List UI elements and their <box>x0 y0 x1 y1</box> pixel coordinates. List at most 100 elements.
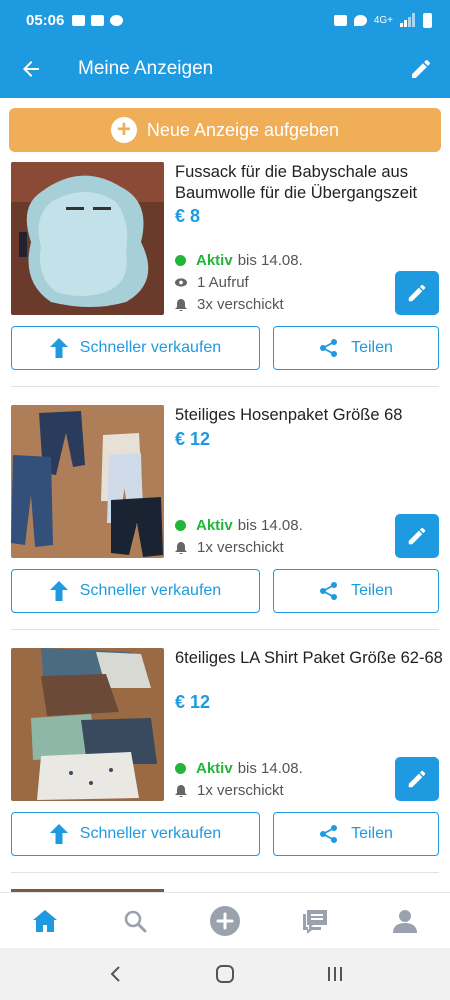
network-label: 4G+ <box>373 14 393 26</box>
arrow-up-icon <box>49 581 68 601</box>
listing-sent: 1x verschickt <box>175 782 284 799</box>
home-icon <box>33 909 57 932</box>
edit-listing-button[interactable] <box>395 271 439 315</box>
listing-card: 5teiliges Hosenpaket Größe 68 € 12 Aktiv… <box>0 403 450 646</box>
listing-status: Aktiv bis 14.08. <box>175 517 303 534</box>
status-label: Aktiv <box>196 517 233 534</box>
pencil-icon <box>408 284 426 302</box>
whatsapp-icon <box>110 14 124 26</box>
sell-faster-button[interactable]: Schneller verkaufen <box>11 812 260 856</box>
app-bar: Meine Anzeigen <box>0 40 450 98</box>
listing-card: 6teiliges LA Shirt Paket Größe 62-68 € 1… <box>0 646 450 889</box>
edit-listing-button[interactable] <box>395 514 439 558</box>
location-icon <box>353 14 367 26</box>
new-ad-label: Neue Anzeige aufgeben <box>146 119 340 140</box>
search-icon <box>124 910 147 932</box>
listing-title[interactable]: 5teiliges Hosenpaket Größe 68 <box>175 405 443 426</box>
app: 05:06 4G+ Meine Anzeigen + Neue Anzeige … <box>0 0 450 1000</box>
share-label: Teilen <box>351 339 393 356</box>
signal-icon <box>400 13 415 27</box>
home-square-icon <box>216 965 234 983</box>
page-title: Meine Anzeigen <box>78 58 214 79</box>
status-until: bis 14.08. <box>237 760 303 777</box>
pencil-icon <box>408 770 426 788</box>
pencil-icon <box>412 59 431 78</box>
system-icons: 4G+ <box>333 12 432 28</box>
messages-icon <box>303 909 327 934</box>
share-icon <box>320 825 338 843</box>
gallery-icon <box>72 14 86 26</box>
new-ad-button[interactable]: + Neue Anzeige aufgeben <box>9 108 441 152</box>
listing-status: Aktiv bis 14.08. <box>175 760 303 777</box>
share-label: Teilen <box>351 582 393 599</box>
active-dot-icon <box>175 520 186 531</box>
status-time: 05:06 <box>26 11 65 29</box>
nav-profile[interactable] <box>360 893 450 948</box>
system-back-button[interactable] <box>95 954 135 994</box>
recents-icon <box>328 967 342 981</box>
share-button[interactable]: Teilen <box>273 326 439 370</box>
nav-search[interactable] <box>90 893 180 948</box>
arrow-left-icon <box>23 61 39 77</box>
nav-messages[interactable] <box>270 893 360 948</box>
arrow-up-icon <box>49 338 68 358</box>
divider <box>11 386 439 387</box>
nav-home[interactable] <box>0 893 90 948</box>
listing-views: 1 Aufruf <box>175 274 249 291</box>
arrow-up-icon <box>49 824 68 844</box>
active-dot-icon <box>175 763 186 774</box>
listing-title[interactable]: Fussack für die Babyschale aus Baumwolle… <box>175 162 443 204</box>
status-until: bis 14.08. <box>237 252 303 269</box>
active-dot-icon <box>175 255 186 266</box>
listing-price: € 8 <box>175 206 201 226</box>
listing-card: Fussack für die Babyschale aus Baumwolle… <box>0 160 450 403</box>
share-label: Teilen <box>351 825 393 842</box>
eye-icon <box>175 278 187 287</box>
system-home-button[interactable] <box>205 954 245 994</box>
share-icon <box>320 582 338 600</box>
edit-button[interactable] <box>392 40 450 98</box>
listing-price: € 12 <box>175 692 211 712</box>
gmail-icon <box>91 14 105 26</box>
share-icon <box>320 339 338 357</box>
status-label: Aktiv <box>196 252 233 269</box>
bell-icon <box>175 298 187 311</box>
views-label: 1 Aufruf <box>197 274 249 291</box>
profile-icon <box>393 909 417 933</box>
bell-icon <box>175 541 187 554</box>
system-recents-button[interactable] <box>315 954 355 994</box>
divider <box>11 629 439 630</box>
chevron-left-icon <box>110 966 120 982</box>
sent-label: 1x verschickt <box>197 782 284 799</box>
status-label: Aktiv <box>196 760 233 777</box>
listing-price: € 12 <box>175 429 211 449</box>
add-icon <box>210 905 240 936</box>
sell-faster-label: Schneller verkaufen <box>79 825 222 842</box>
pencil-icon <box>408 527 426 545</box>
listing-title[interactable]: 6teiliges LA Shirt Paket Größe 62-68 <box>175 648 443 669</box>
divider <box>11 872 439 873</box>
share-button[interactable]: Teilen <box>273 569 439 613</box>
mute-icon <box>333 14 347 26</box>
sell-faster-label: Schneller verkaufen <box>79 582 222 599</box>
system-nav <box>0 948 450 1000</box>
share-button[interactable]: Teilen <box>273 812 439 856</box>
back-button[interactable] <box>0 40 62 98</box>
listing-list[interactable]: Fussack für die Babyschale aus Baumwolle… <box>0 160 450 892</box>
bell-icon <box>175 784 187 797</box>
listing-sent: 1x verschickt <box>175 539 284 556</box>
sent-label: 3x verschickt <box>197 296 284 313</box>
listing-image[interactable] <box>11 648 164 801</box>
sell-faster-button[interactable]: Schneller verkaufen <box>11 326 260 370</box>
sell-faster-button[interactable]: Schneller verkaufen <box>11 569 260 613</box>
listing-status: Aktiv bis 14.08. <box>175 252 303 269</box>
sell-faster-label: Schneller verkaufen <box>79 339 222 356</box>
listing-sent: 3x verschickt <box>175 296 284 313</box>
listing-image[interactable] <box>11 162 164 315</box>
edit-listing-button[interactable] <box>395 757 439 801</box>
battery-icon <box>423 12 432 28</box>
listing-image[interactable] <box>11 405 164 558</box>
status-bar: 05:06 4G+ <box>0 0 450 40</box>
nav-add[interactable] <box>180 893 270 948</box>
status-until: bis 14.08. <box>237 517 303 534</box>
